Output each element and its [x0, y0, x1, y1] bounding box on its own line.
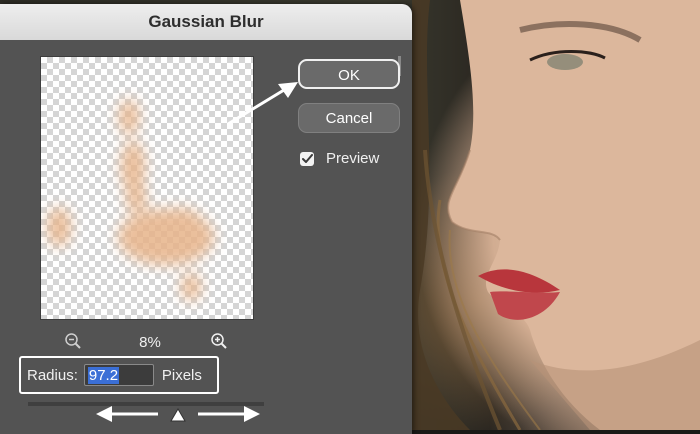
blurred-preview-image	[47, 99, 214, 301]
radius-slider-handle[interactable]	[170, 408, 186, 427]
preview-checkbox[interactable]	[300, 151, 314, 166]
ok-button[interactable]: OK	[298, 59, 400, 89]
radius-highlight-box: Radius: 97.2 Pixels	[19, 356, 219, 394]
zoom-in-icon	[211, 333, 227, 349]
checkmark-icon	[301, 153, 313, 163]
preview-checkbox-row[interactable]: Preview	[300, 150, 379, 167]
radius-value: 97.2	[87, 366, 120, 384]
zoom-out-button[interactable]	[64, 332, 82, 355]
radius-label: Radius:	[27, 366, 78, 384]
gaussian-blur-dialog: Gaussian Blur OK Cancel Preview 8% Radiu…	[0, 4, 412, 434]
radius-slider-track[interactable]	[28, 402, 264, 406]
dialog-title: Gaussian Blur	[0, 4, 412, 40]
zoom-level: 8%	[139, 334, 161, 351]
preview-label: Preview	[326, 150, 380, 167]
blur-preview-pane[interactable]	[40, 56, 254, 320]
slider-thumb-icon	[170, 408, 186, 422]
radius-unit: Pixels	[161, 366, 202, 384]
cancel-button[interactable]: Cancel	[298, 103, 400, 133]
zoom-out-icon	[65, 333, 81, 349]
zoom-in-button[interactable]	[210, 332, 228, 355]
radius-input[interactable]: 97.2	[83, 364, 154, 386]
